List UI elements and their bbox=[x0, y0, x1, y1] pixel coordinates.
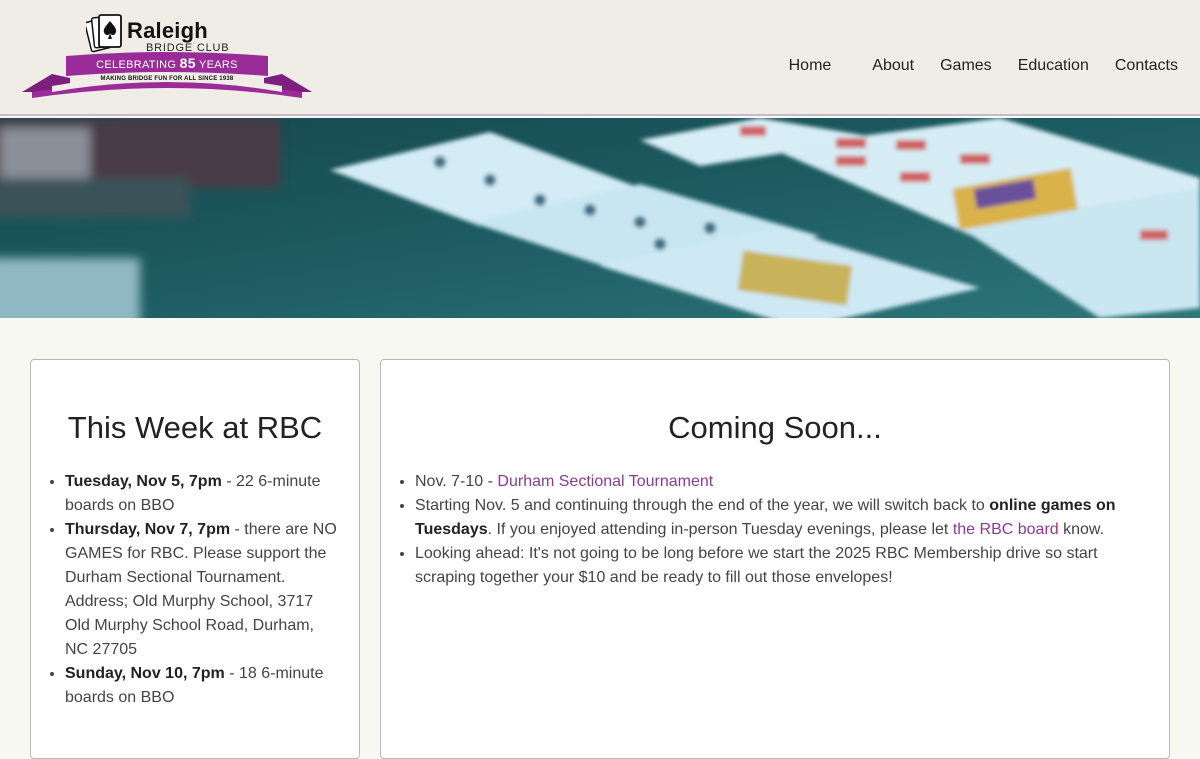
rbc-board-link[interactable]: the RBC board bbox=[953, 521, 1059, 538]
event-text: - there are NO GAMES for RBC. Please sup… bbox=[65, 521, 337, 658]
event-date: Sunday, Nov 10, 7pm bbox=[65, 665, 225, 682]
playing-cards-photo bbox=[0, 118, 1200, 318]
hero-banner-image bbox=[0, 118, 1200, 318]
banner-prefix: CELEBRATING bbox=[96, 59, 177, 71]
list-item: Sunday, Nov 10, 7pm - 18 6-minute boards… bbox=[65, 662, 341, 710]
nav-home[interactable]: Home bbox=[789, 55, 832, 77]
item-text: Starting Nov. 5 and continuing through t… bbox=[415, 497, 990, 514]
coming-soon-panel: Coming Soon... Nov. 7-10 - Durham Sectio… bbox=[380, 359, 1170, 759]
list-item: Nov. 7-10 - Durham Sectional Tournament bbox=[415, 470, 1141, 494]
list-item: Tuesday, Nov 5, 7pm - 22 6-minute boards… bbox=[65, 470, 341, 518]
coming-soon-list: Nov. 7-10 - Durham Sectional Tournament … bbox=[381, 470, 1141, 590]
durham-sectional-link[interactable]: Durham Sectional Tournament bbox=[497, 473, 713, 490]
logo-tagline: MAKING BRIDGE FUN FOR ALL SINCE 1938 bbox=[100, 76, 234, 82]
list-item: Starting Nov. 5 and continuing through t… bbox=[415, 494, 1141, 542]
coming-soon-heading: Coming Soon... bbox=[668, 410, 882, 445]
nav-games[interactable]: Games bbox=[940, 55, 992, 77]
nav-education[interactable]: Education bbox=[1018, 55, 1089, 77]
main-nav: Home About Games Education Contacts bbox=[789, 55, 1178, 77]
item-text: Nov. 7-10 - bbox=[415, 473, 498, 490]
this-week-list: Tuesday, Nov 5, 7pm - 22 6-minute boards… bbox=[31, 470, 351, 710]
banner-suffix: YEARS bbox=[199, 59, 238, 71]
logo-title: Raleigh bbox=[127, 18, 208, 43]
item-text: Looking ahead: It's not going to be long… bbox=[415, 545, 1098, 586]
item-text: . If you enjoyed attending in-person Tue… bbox=[487, 521, 953, 538]
playing-cards-icon bbox=[86, 14, 122, 53]
event-date: Tuesday, Nov 5, 7pm bbox=[65, 473, 222, 490]
nav-about[interactable]: About bbox=[872, 55, 914, 77]
this-week-heading: This Week at RBC bbox=[67, 410, 323, 445]
this-week-panel: This Week at RBC Tuesday, Nov 5, 7pm - 2… bbox=[30, 359, 360, 759]
item-text: know. bbox=[1058, 521, 1105, 538]
nav-contacts[interactable]: Contacts bbox=[1115, 55, 1178, 77]
event-date: Thursday, Nov 7, 7pm bbox=[65, 521, 231, 538]
list-item: Looking ahead: It's not going to be long… bbox=[415, 542, 1141, 590]
site-logo[interactable]: Raleigh BRIDGE CLUB CELEBRATING 85 YEARS… bbox=[22, 14, 312, 100]
site-header: Raleigh BRIDGE CLUB CELEBRATING 85 YEARS… bbox=[0, 0, 1200, 116]
logo-banner-text: CELEBRATING 85 YEARS bbox=[22, 56, 312, 72]
banner-number: 85 bbox=[179, 55, 196, 71]
list-item: Thursday, Nov 7, 7pm - there are NO GAME… bbox=[65, 518, 341, 662]
